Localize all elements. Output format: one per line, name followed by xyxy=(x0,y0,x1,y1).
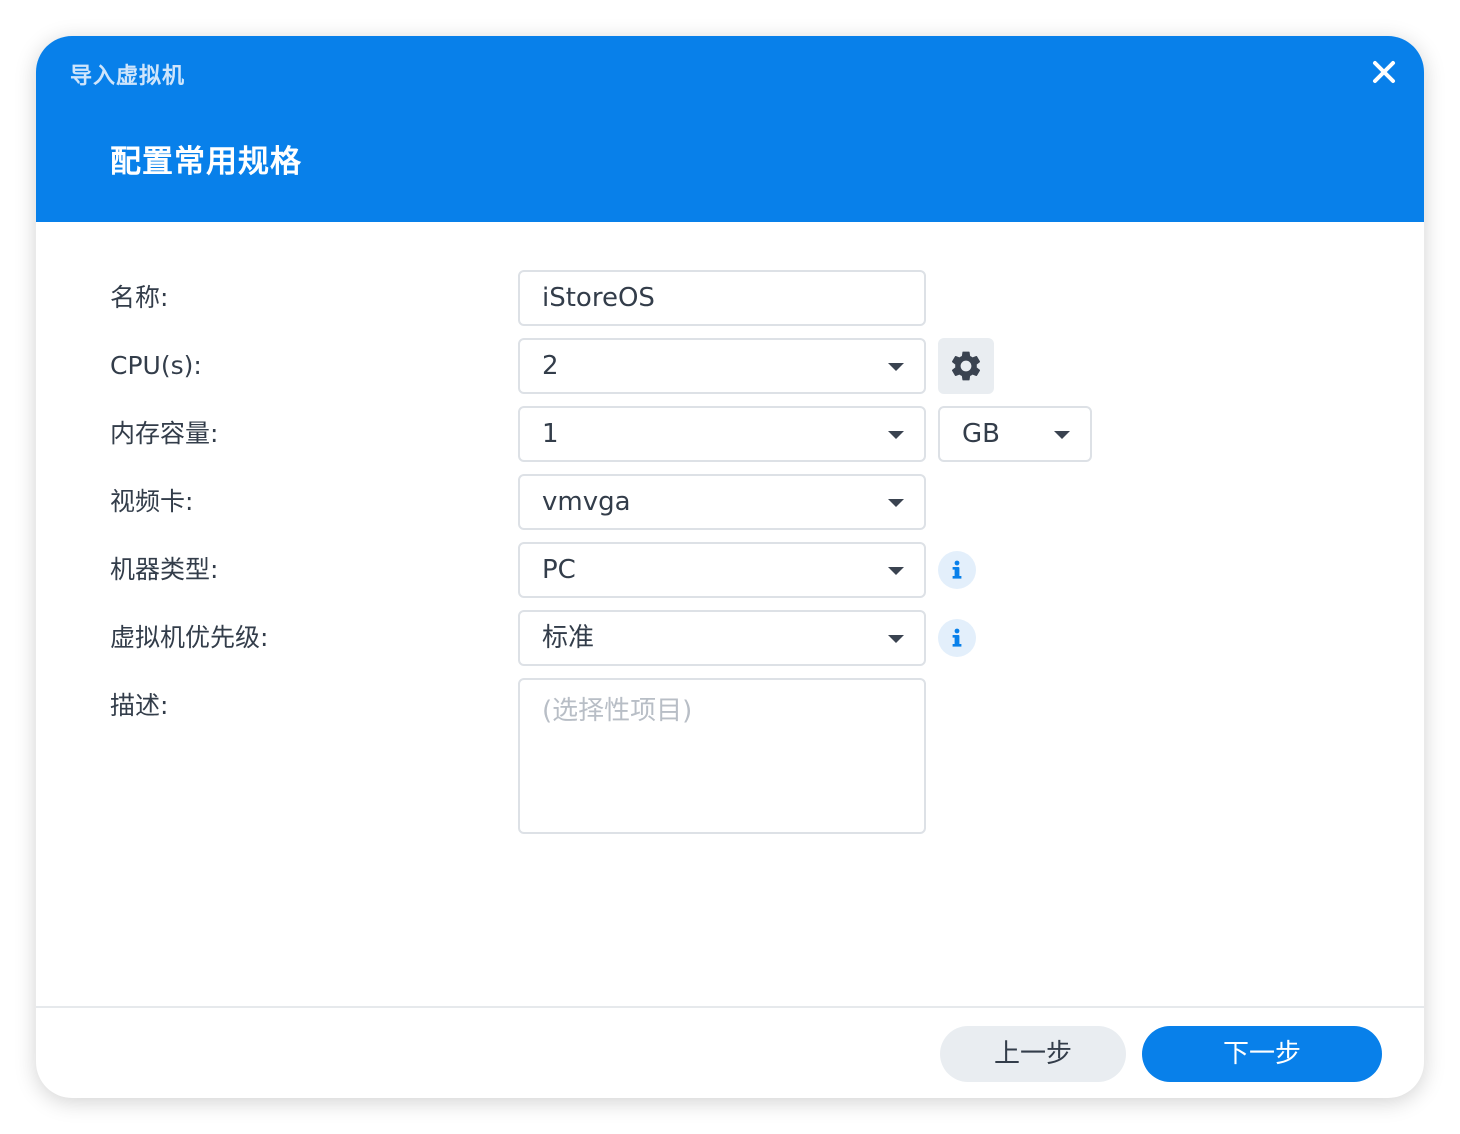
cpu-select-value: 2 xyxy=(542,351,559,381)
vm-priority-value: 标准 xyxy=(542,623,595,653)
video-card-label: 视频卡: xyxy=(110,487,194,516)
close-button[interactable] xyxy=(1368,56,1400,88)
gear-icon xyxy=(951,351,981,381)
memory-select[interactable]: 1 xyxy=(518,406,926,462)
name-input[interactable]: iStoreOS xyxy=(518,270,926,326)
import-vm-dialog: 导入虚拟机 配置常用规格 名称: iStoreOS CPU(s): 2 内存容量… xyxy=(36,36,1424,1098)
cpu-label: CPU(s): xyxy=(110,351,202,380)
name-label: 名称: xyxy=(110,283,169,312)
chevron-down-icon xyxy=(888,431,904,439)
description-placeholder: (选择性项目) xyxy=(542,696,693,726)
video-card-select[interactable]: vmvga xyxy=(518,474,926,530)
close-icon xyxy=(1373,61,1395,83)
machine-type-select[interactable]: PC xyxy=(518,542,926,598)
footer-divider xyxy=(36,1006,1424,1008)
vm-priority-label: 虚拟机优先级: xyxy=(110,623,269,652)
chevron-down-icon xyxy=(888,499,904,507)
chevron-down-icon xyxy=(1054,431,1070,439)
memory-label: 内存容量: xyxy=(110,419,219,448)
info-icon xyxy=(952,560,962,579)
window-title: 导入虚拟机 xyxy=(70,64,186,89)
memory-unit-value: GB xyxy=(962,419,1000,449)
memory-unit-select[interactable]: GB xyxy=(938,406,1092,462)
description-label: 描述: xyxy=(110,691,169,720)
video-card-value: vmvga xyxy=(542,487,631,517)
chevron-down-icon xyxy=(888,567,904,575)
chevron-down-icon xyxy=(888,363,904,371)
next-step-button[interactable]: 下一步 xyxy=(1142,1026,1382,1082)
machine-type-value: PC xyxy=(542,555,576,585)
cpu-select[interactable]: 2 xyxy=(518,338,926,394)
machine-type-label: 机器类型: xyxy=(110,555,219,584)
machine-type-info-button[interactable] xyxy=(938,551,976,589)
info-icon xyxy=(952,628,962,647)
description-textarea[interactable]: (选择性项目) xyxy=(518,678,926,834)
previous-step-button[interactable]: 上一步 xyxy=(940,1026,1126,1082)
dialog-header: 导入虚拟机 配置常用规格 xyxy=(36,36,1424,222)
chevron-down-icon xyxy=(888,635,904,643)
vm-priority-select[interactable]: 标准 xyxy=(518,610,926,666)
vm-priority-info-button[interactable] xyxy=(938,619,976,657)
memory-select-value: 1 xyxy=(542,419,559,449)
step-title: 配置常用规格 xyxy=(110,144,302,180)
cpu-settings-button[interactable] xyxy=(938,338,994,394)
